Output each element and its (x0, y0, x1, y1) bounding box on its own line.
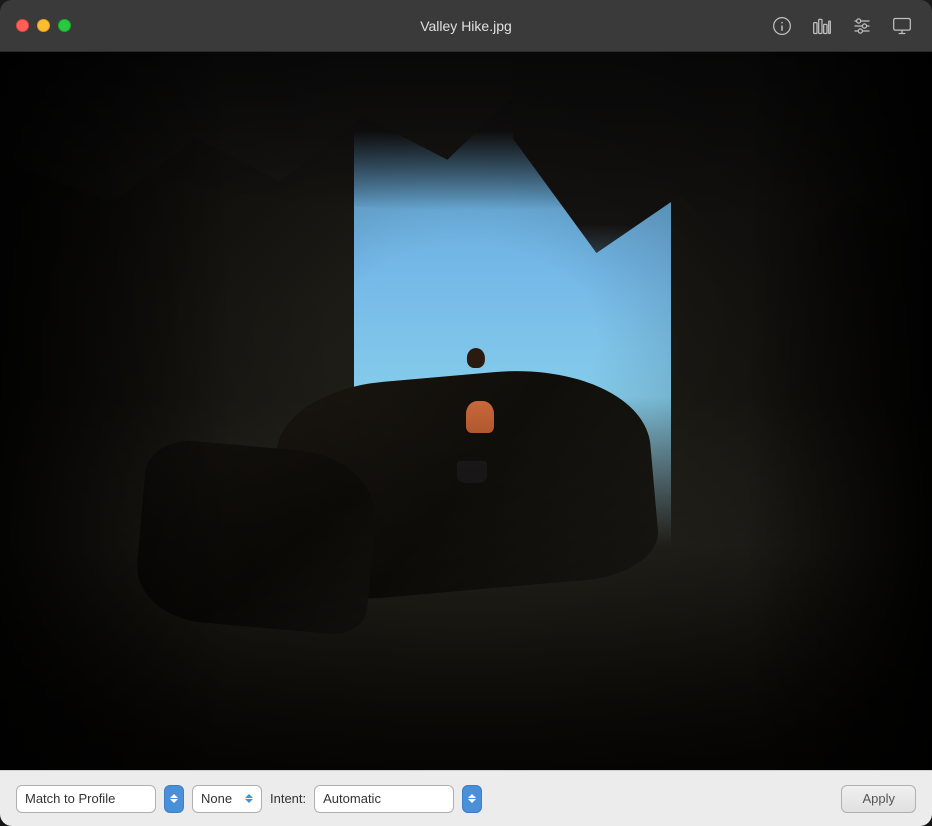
image-container (0, 52, 932, 770)
traffic-lights (16, 19, 71, 32)
intent-stepper[interactable] (462, 785, 482, 813)
titlebar: Valley Hike.jpg (0, 0, 932, 52)
none-arrow-down (245, 799, 253, 803)
minimize-button[interactable] (37, 19, 50, 32)
bottom-toolbar: Match to Profile None Intent: Automatic … (0, 770, 932, 826)
maximize-button[interactable] (58, 19, 71, 32)
toolbar-icons (768, 12, 916, 40)
left-darkness (0, 52, 233, 770)
intent-dropdown[interactable]: Automatic (314, 785, 454, 813)
histogram-icon[interactable] (808, 12, 836, 40)
stepper-up-arrow (170, 794, 178, 798)
none-dropdown[interactable]: None (192, 785, 262, 813)
none-label: None (201, 791, 239, 806)
display-icon[interactable] (888, 12, 916, 40)
image-display (0, 52, 932, 770)
intent-stepper-up (468, 794, 476, 798)
stepper-down-arrow (170, 799, 178, 803)
none-arrow-up (245, 794, 253, 798)
right-darkness (746, 52, 932, 770)
cave-scene (0, 52, 932, 770)
match-profile-label: Match to Profile (25, 791, 147, 806)
close-button[interactable] (16, 19, 29, 32)
app-window: Valley Hike.jpg (0, 0, 932, 826)
automatic-label: Automatic (323, 791, 445, 806)
match-profile-stepper[interactable] (164, 785, 184, 813)
adjustments-icon[interactable] (848, 12, 876, 40)
window-title: Valley Hike.jpg (420, 18, 512, 34)
match-profile-dropdown[interactable]: Match to Profile (16, 785, 156, 813)
intent-label: Intent: (270, 791, 306, 806)
info-icon[interactable] (768, 12, 796, 40)
apply-button[interactable]: Apply (841, 785, 916, 813)
intent-stepper-down (468, 799, 476, 803)
